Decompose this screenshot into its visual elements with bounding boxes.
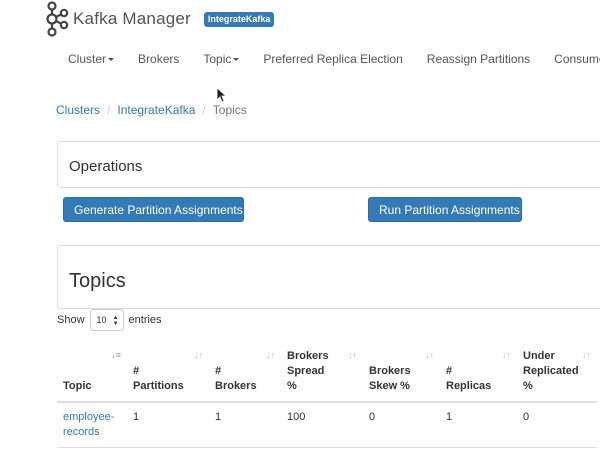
run-partition-assignments-button[interactable]: Run Partition Assignments [368,197,522,222]
column-header-under-replicated[interactable]: ↓↑ Under Replicated% [517,343,597,403]
column-header-text: % [287,380,297,392]
column-header-text: Under [523,350,555,362]
sort-icon[interactable]: ↓↑ [194,348,203,363]
nav-label: Brokers [138,52,180,66]
nav-label: Cluster [68,52,107,66]
sort-icon[interactable]: ↓↑ [502,348,511,363]
page-size-value: 10 [96,315,107,325]
nav-consumers[interactable]: Consumers [542,52,600,70]
column-header-text: Brokers [287,350,329,362]
main-nav: Cluster Brokers Topic Preferred Replica Ele… [56,52,600,70]
show-entries: Show 10 ▲ ▼ entries [57,309,162,331]
column-header-text: % [523,380,533,392]
sort-icon[interactable]: ↓↑ [266,348,275,363]
caret-down-icon [108,58,115,62]
column-header-text: Skew % [369,380,410,392]
mouse-cursor-icon [216,87,226,103]
column-header-text: Spread [287,365,325,377]
sort-ascending-icon[interactable]: ↓≡ [111,348,121,363]
column-header-partitions[interactable]: ↓↑ # Partitions [127,343,209,403]
nav-label: Consumers [554,52,600,66]
topic-name-part: employee- [63,411,115,423]
nav-brokers[interactable]: Brokers [126,52,191,70]
column-header-text: Topic [63,380,92,392]
operations-panel: Operations [57,141,600,188]
nav-cluster[interactable]: Cluster [56,52,126,70]
cell-replicas: 1 [440,402,517,448]
breadcrumb-current: Topics [212,103,247,117]
caret-down-icon [233,58,240,62]
sort-icon[interactable]: ↓↑ [582,348,591,363]
cell-brokers: 1 [209,402,281,448]
operations-title: Operations [69,158,143,175]
select-arrows-icon: ▲ ▼ [112,315,119,327]
topic-name-part: records [63,426,100,438]
column-header-text: Brokers [369,365,411,377]
table-row: employee-records 1 1 100 0 1 0 [57,402,597,448]
nav-reassign-partitions[interactable]: Reassign Partitions [415,52,542,70]
column-header-text: # [133,365,140,377]
generate-partition-assignments-button[interactable]: Generate Partition Assignments [63,197,244,222]
column-header-text: # [215,365,222,377]
topics-panel: Topics [57,245,600,309]
sort-icon[interactable]: ↓↑ [425,348,434,363]
sort-icon[interactable]: ↓↑ [348,348,357,363]
show-label: Show [57,314,85,326]
nav-topic[interactable]: Topic [191,52,251,70]
breadcrumb-separator: / [202,103,206,117]
breadcrumb-clusters[interactable]: Clusters [56,103,100,117]
cell-partitions: 1 [127,402,209,448]
topics-title: Topics [69,270,126,292]
column-header-text: Replicas [446,380,492,392]
column-header-text: Partitions [133,380,184,392]
cluster-badge[interactable]: IntegrateKafka [203,11,275,27]
entries-label: entries [128,314,162,326]
nav-label: Reassign Partitions [426,52,531,66]
nav-label: Topic [203,52,232,66]
topic-link[interactable]: employee-records [63,411,114,438]
breadcrumb-separator: / [107,103,111,117]
brand[interactable]: Kafka Manager IntegrateKafka [44,0,275,38]
cell-topic: employee-records [57,402,127,448]
column-header-topic[interactable]: ↓≡ Topic [57,343,127,403]
column-header-text: Replicated [523,365,579,377]
column-header-text: Brokers [215,380,257,392]
cell-skew: 0 [363,402,440,448]
table-header-row: ↓≡ Topic ↓↑ # Partitions ↓↑ # Brokers ↓↑ Brokers S… [57,343,597,403]
nav-preferred-replica-election[interactable]: Preferred Replica Election [251,52,414,70]
column-header-replicas[interactable]: ↓↑ # Replicas [440,343,517,403]
topics-table: ↓≡ Topic ↓↑ # Partitions ↓↑ # Brokers ↓↑ Brokers S… [57,343,597,448]
breadcrumb: Clusters / IntegrateKafka / Topics [56,103,247,117]
cell-spread: 100 [281,402,363,448]
breadcrumb-cluster[interactable]: IntegrateKafka [117,103,195,117]
column-header-brokers-spread[interactable]: ↓↑ Brokers Spread% [281,343,363,403]
column-header-brokers[interactable]: ↓↑ # Brokers [209,343,281,403]
cell-under-replicated: 0 [517,402,597,448]
column-header-text: # [446,365,453,377]
app-title[interactable]: Kafka Manager [73,9,191,29]
nav-label: Preferred Replica Election [263,52,403,66]
page-size-select[interactable]: 10 ▲ ▼ [89,309,124,331]
kafka-logo-icon [46,1,69,37]
column-header-brokers-skew[interactable]: ↓↑ Brokers Skew % [363,343,440,403]
